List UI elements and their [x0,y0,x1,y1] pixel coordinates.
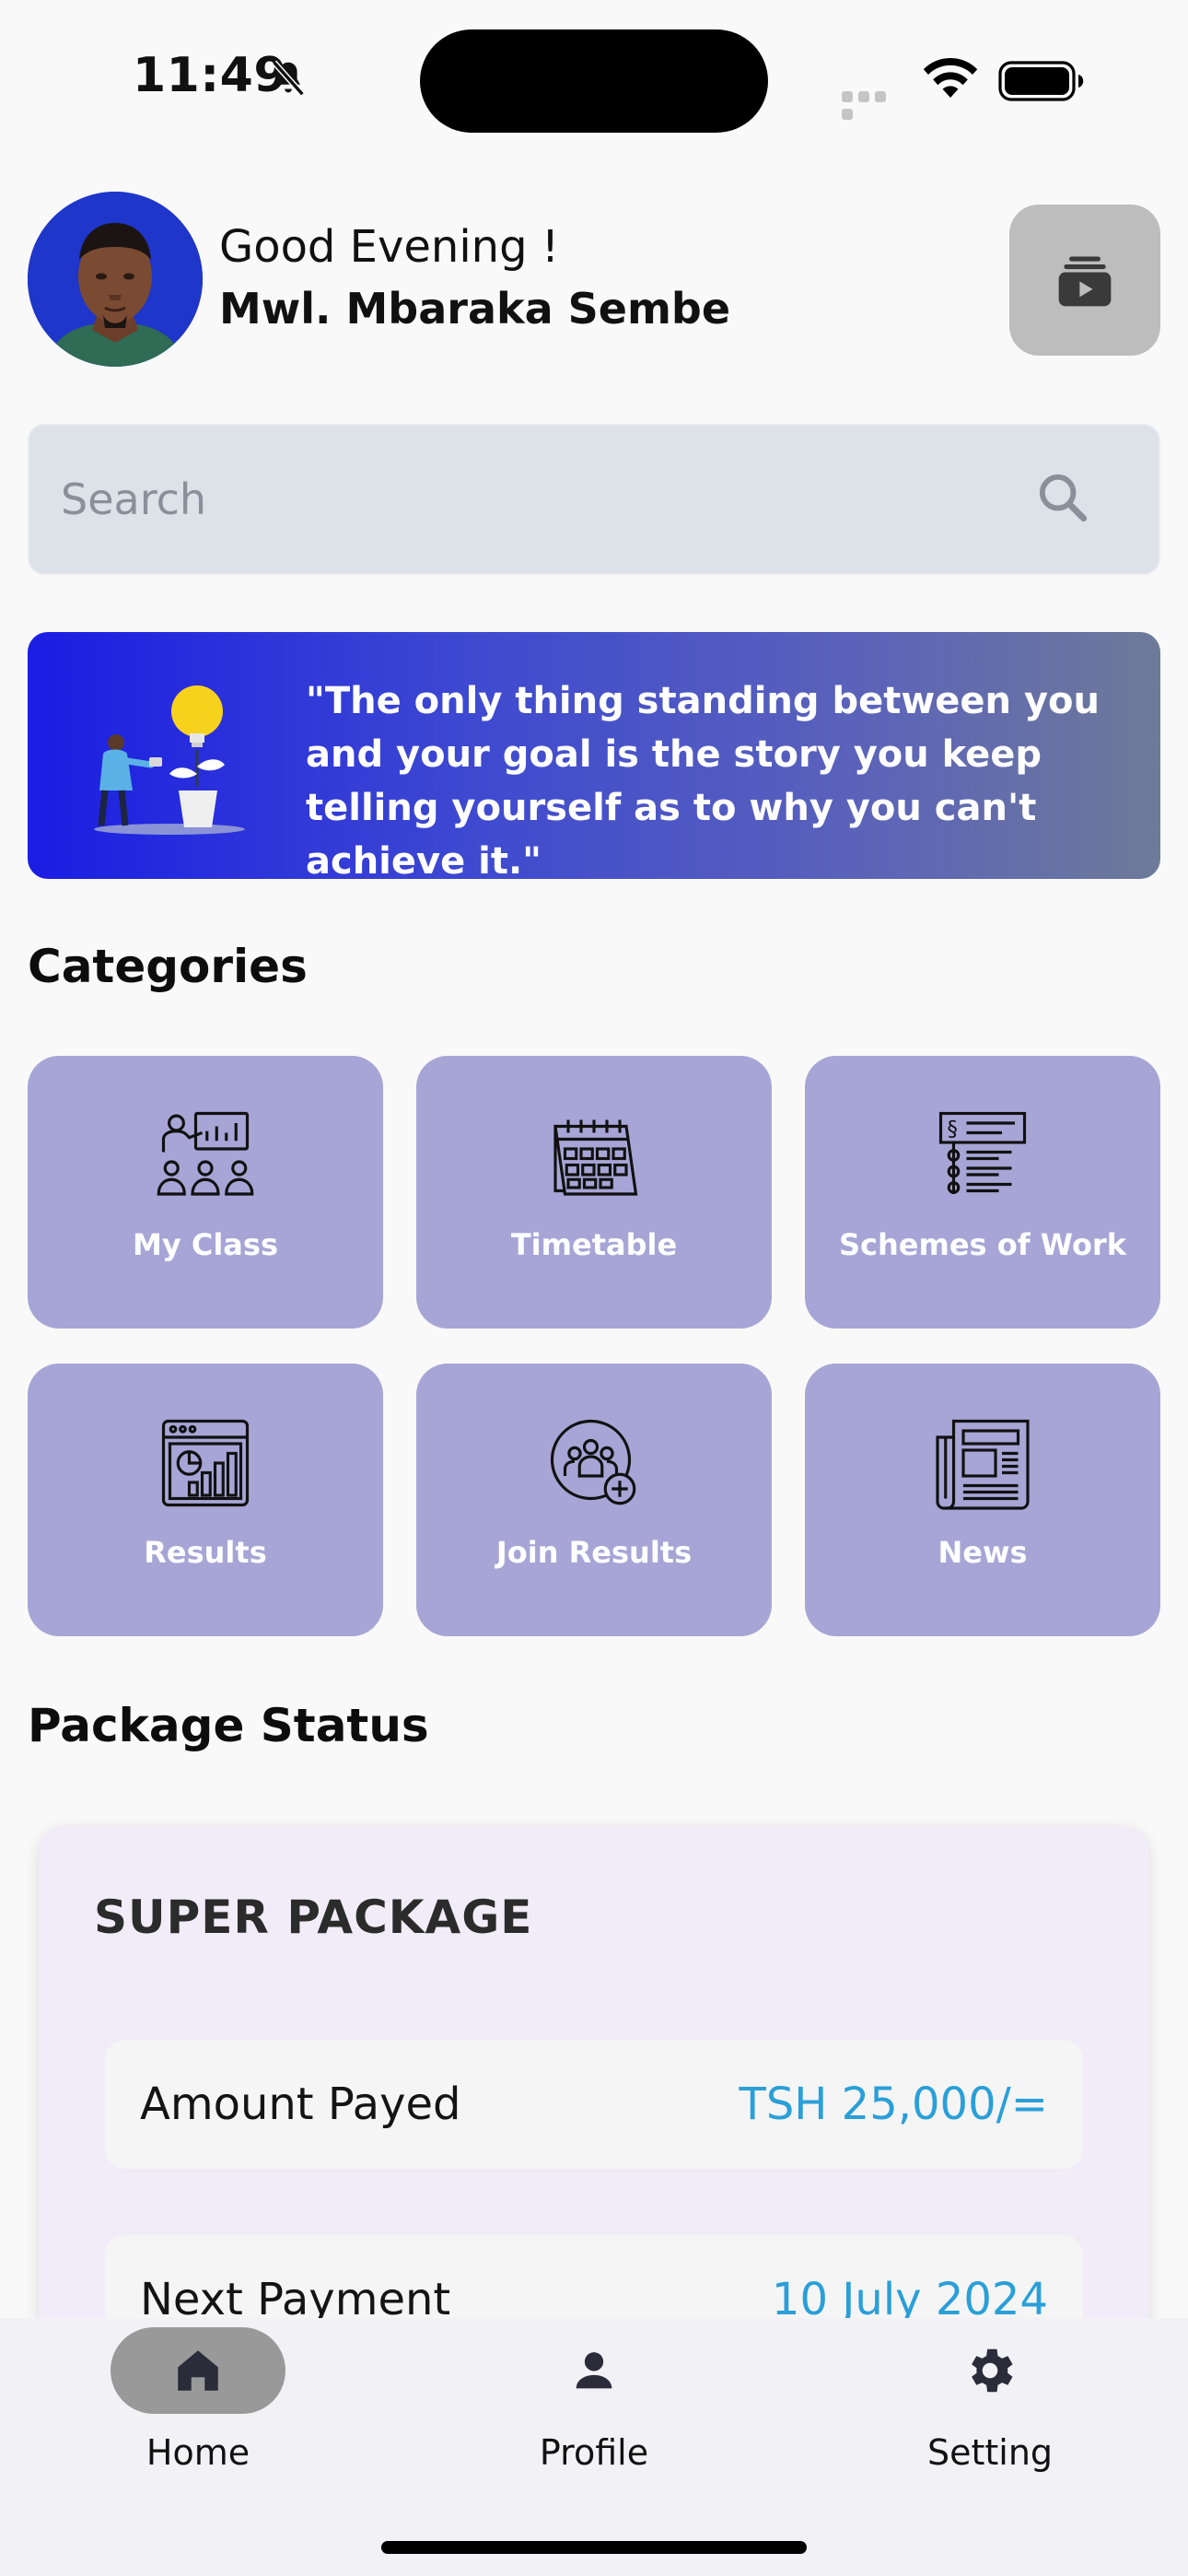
amount-payed-label: Amount Payed [140,2078,461,2130]
gear-icon [972,2348,1013,2393]
video-library-icon [1058,256,1112,307]
category-news[interactable]: News [805,1364,1160,1636]
group-add-icon [550,1419,636,1505]
nav-label: Home [146,2432,250,2473]
category-label: Schemes of Work [839,1227,1126,1262]
wifi-icon [923,57,978,98]
category-label: News [938,1535,1028,1570]
battery-icon [998,61,1084,101]
home-icon [178,2350,218,2391]
nav-label: Setting [926,2432,1054,2473]
nav-setting-indicator [903,2327,1077,2414]
nav-home-indicator [111,2327,285,2414]
amount-payed-row: Amount Payed TSH 25,000/= [105,2040,1083,2169]
category-timetable[interactable]: Timetable [416,1056,772,1329]
categories-heading: Categories [28,940,308,993]
category-results[interactable]: Results [28,1364,383,1636]
search-icon[interactable] [1033,468,1092,527]
nav-profile-indicator [507,2327,681,2414]
avatar[interactable] [28,192,203,367]
dynamic-island [420,29,768,133]
category-my-class[interactable]: My Class [28,1056,383,1329]
bottom-navigation: Home Profile Setting [0,2318,1188,2576]
category-label: Timetable [510,1227,678,1262]
category-label: My Class [133,1227,278,1262]
username-text: Mwl. Mbaraka Sembe [219,284,731,334]
video-library-button[interactable] [1009,205,1160,356]
amount-payed-value: TSH 25,000/= [739,2078,1048,2130]
calendar-icon [553,1119,638,1196]
nav-home[interactable]: Home [60,2318,336,2502]
home-indicator [381,2541,807,2554]
nav-setting[interactable]: Setting [852,2318,1128,2502]
person-icon [576,2352,612,2389]
analytics-icon [161,1419,250,1507]
category-label: Join Results [495,1535,693,1570]
classroom-icon [157,1111,254,1196]
search-bar[interactable] [28,424,1160,575]
status-bar: 11:49 [0,0,1188,162]
profile-photo [28,192,203,367]
growth-idea-illustration [94,685,245,835]
nav-label: Profile [539,2432,649,2473]
nav-profile[interactable]: Profile [456,2318,732,2502]
quote-banner[interactable]: "The only thing standing between you and… [28,632,1160,879]
checklist-icon: § [938,1111,1027,1194]
search-input[interactable] [61,426,982,573]
category-label: Results [144,1535,267,1570]
cellular-signal-icon [842,88,906,120]
category-schemes-of-work[interactable]: § Schemes of Work [805,1056,1160,1329]
status-time: 11:49 [133,48,288,103]
svg-text:§: § [948,1118,958,1142]
bell-muted-icon [272,60,305,97]
greeting-text: Good Evening ! [219,221,560,273]
package-status-heading: Package Status [28,1699,429,1752]
category-join-results[interactable]: Join Results [416,1364,772,1636]
motivational-quote: "The only thing standing between you and… [306,680,1100,879]
newspaper-icon [936,1419,1030,1510]
package-name: SUPER PACKAGE [94,1891,533,1944]
